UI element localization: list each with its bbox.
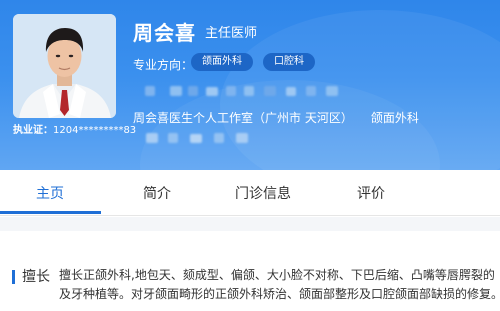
expertise-line: 擅长正颌外科,地包天、颏成型、偏颌、大小脸不对称、下巴后缩、凸嘴等唇腭裂的: [59, 268, 495, 282]
redacted-info: [236, 133, 248, 143]
doctor-title: 主任医师: [205, 26, 258, 41]
redacted-info: [145, 86, 155, 96]
section-divider: [0, 217, 500, 231]
doctor-header: 执业证：1204*********83 周会喜 主任医师 专业方向： 颌面外科 …: [0, 0, 500, 170]
redacted-info: [214, 133, 224, 143]
tab-clinic-info[interactable]: 门诊信息: [228, 172, 298, 216]
license-number: 1204*********83: [53, 125, 137, 136]
redacted-info: [264, 86, 276, 96]
redacted-info: [244, 86, 254, 96]
expertise-line: 及牙种植等。对牙颌面畸形的正颌外科矫治、颌面部整形及口腔颌面部缺损的修复。: [59, 287, 500, 301]
active-tab-indicator: [0, 211, 101, 214]
redacted-info: [206, 87, 218, 96]
tab-intro[interactable]: 简介: [122, 172, 192, 216]
section-marker: [12, 270, 15, 284]
license-label: 执业证：: [13, 125, 53, 136]
expertise-description: 擅长正颌外科,地包天、颏成型、偏颌、大小脸不对称、下巴后缩、凸嘴等唇腭裂的 及牙…: [59, 266, 500, 304]
profile-tabs: 主页 简介 门诊信息 评价: [0, 172, 500, 216]
redacted-info: [306, 86, 316, 96]
doctor-photo-icon: [13, 14, 116, 118]
doctor-avatar: [13, 14, 116, 118]
redacted-info: [326, 86, 338, 96]
tab-home[interactable]: 主页: [15, 172, 85, 216]
redacted-info: [226, 86, 236, 96]
doctor-name: 周会喜: [133, 21, 196, 45]
license-info: 执业证：1204*********83: [13, 121, 136, 136]
studio-department: 颌面外科: [370, 111, 419, 125]
redacted-info: [190, 134, 202, 143]
studio-row: 周会喜医生个人工作室（广州市 天河区） 颌面外科: [133, 109, 493, 126]
studio-location: （广州市 天河区）: [253, 111, 353, 125]
redacted-info: [168, 133, 178, 143]
expertise-label: 擅长: [22, 269, 50, 285]
redacted-info: [188, 86, 198, 96]
redacted-info: [286, 87, 296, 96]
specialty-chip-stomatology[interactable]: 口腔科: [263, 53, 315, 71]
tab-reviews[interactable]: 评价: [336, 172, 406, 216]
redacted-info: [146, 133, 158, 143]
specialty-label: 专业方向：: [133, 58, 194, 72]
studio-name[interactable]: 周会喜医生个人工作室: [133, 111, 253, 125]
redacted-info: [170, 86, 182, 96]
specialty-chip-maxillofacial[interactable]: 颌面外科: [191, 53, 253, 71]
